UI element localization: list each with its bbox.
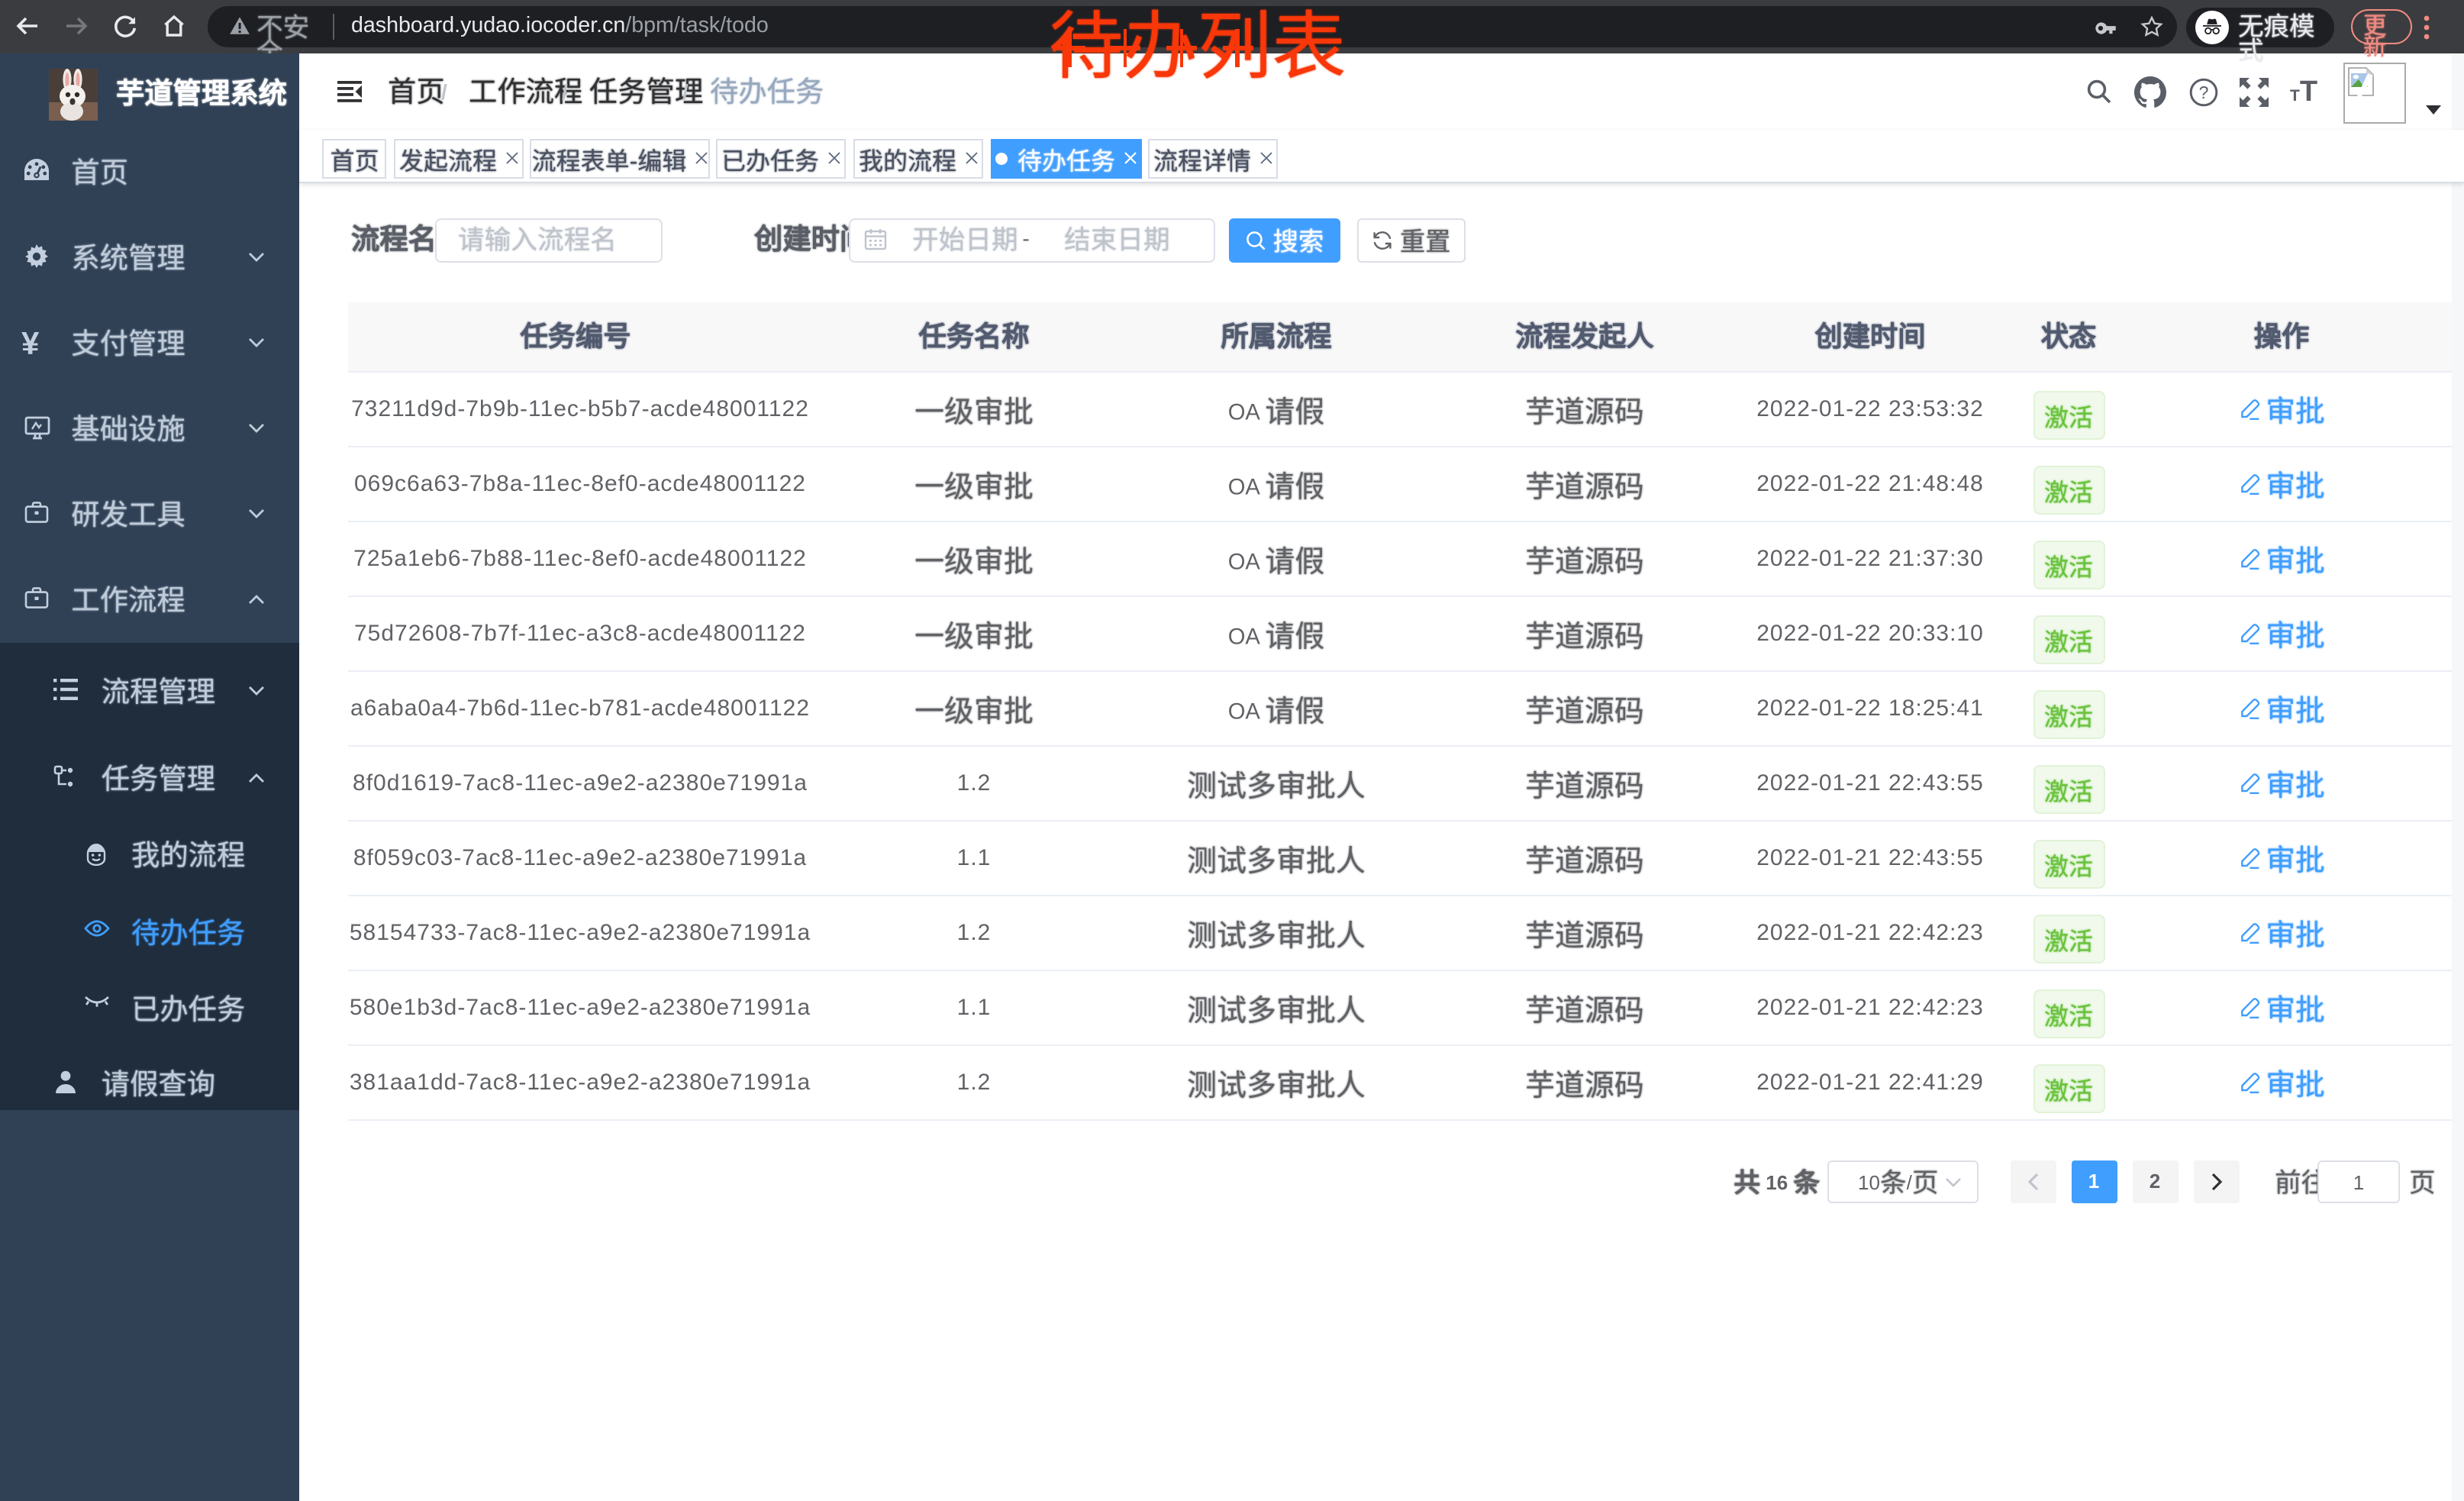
svg-text:?: ? <box>2199 82 2209 102</box>
